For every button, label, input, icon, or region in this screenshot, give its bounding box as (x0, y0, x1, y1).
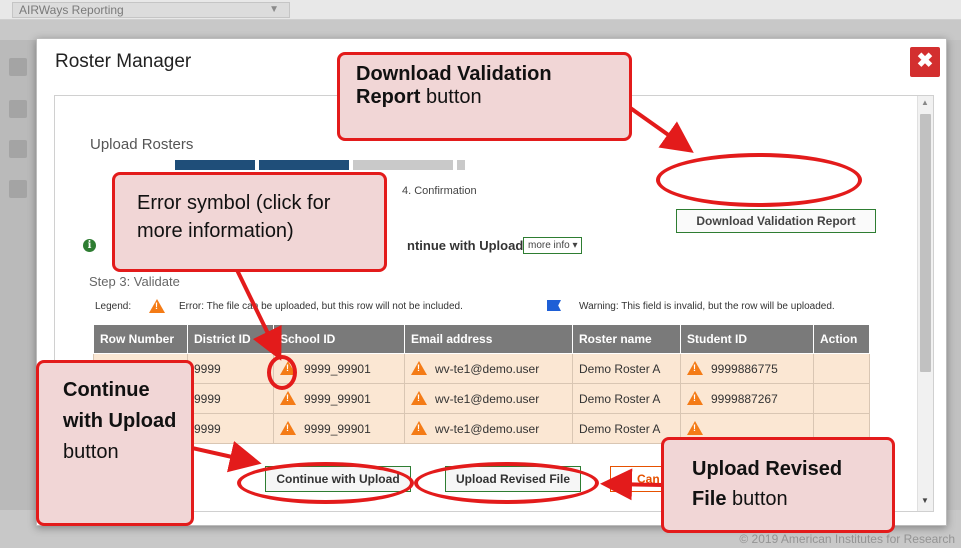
column-header: Action (813, 324, 870, 354)
student-id-value: 9999886775 (711, 362, 778, 376)
step-4-label: 4. Confirmation (402, 185, 477, 197)
download-button-highlight (656, 153, 862, 207)
revised-button-highlight (414, 462, 599, 504)
download-callout: Download Validation Report button (337, 52, 632, 141)
email-value: wv-te1@demo.user (435, 362, 540, 376)
step-4 (457, 160, 465, 170)
column-header: Row Number (93, 324, 188, 354)
error-icon[interactable] (411, 391, 427, 405)
school-id-value: 9999_99901 (304, 422, 371, 436)
top-bar: AIRWays Reporting ▼ (0, 0, 961, 20)
error-icon[interactable] (687, 421, 703, 435)
roster-name-cell: Demo Roster A (572, 383, 681, 414)
continue-callout-text: button (63, 441, 119, 463)
email-cell: wv-te1@demo.user (404, 383, 573, 414)
error-icon[interactable] (687, 361, 703, 375)
email-value: wv-te1@demo.user (435, 392, 540, 406)
legend-label: Legend: (95, 301, 132, 312)
info-icon: i (83, 239, 96, 252)
info-message: ntinue with Upload. (407, 238, 527, 253)
upload-rosters-title: Upload Rosters (90, 136, 194, 153)
revised-callout-text: button (726, 488, 788, 510)
download-validation-report-button[interactable]: Download Validation Report (676, 209, 876, 233)
table-row: 9999 9999_99901 wv-te1@demo.user Demo Ro… (93, 353, 870, 384)
student-id-cell: 9999886775 (680, 353, 814, 384)
error-icon[interactable] (280, 421, 296, 435)
action-cell (813, 353, 870, 384)
step-2 (259, 160, 349, 170)
error-icon[interactable] (687, 391, 703, 405)
download-callout-text: button (420, 86, 482, 108)
action-cell (813, 383, 870, 414)
school-id-value: 9999_99901 (304, 392, 371, 406)
column-header: School ID (273, 324, 405, 354)
revised-callout: Upload Revised File button (661, 437, 895, 533)
column-header: Email address (404, 324, 573, 354)
school-id-value: 9999_99901 (304, 362, 371, 376)
legend-warning-text: Warning: This field is invalid, but the … (579, 301, 835, 312)
error-callout: Error symbol (click for more information… (112, 172, 387, 272)
scroll-up-icon[interactable]: ▲ (921, 98, 929, 107)
scrollbar-thumb[interactable] (920, 114, 931, 372)
scroll-down-icon[interactable]: ▼ (921, 496, 929, 505)
column-header: District ID (187, 324, 274, 354)
legend-error-text: Error: The file can be uploaded, but thi… (179, 301, 463, 312)
roster-name-cell: Demo Roster A (572, 353, 681, 384)
error-icon[interactable] (411, 421, 427, 435)
column-header: Student ID (680, 324, 814, 354)
continue-callout-bold: Continue with Upload (63, 379, 177, 432)
vertical-scrollbar[interactable]: ▲ ▼ (917, 96, 933, 511)
school-id-cell: 9999_99901 (273, 383, 405, 414)
more-info-button[interactable]: more info ▾ (523, 237, 583, 254)
district-id-cell: 9999 (187, 353, 274, 384)
email-cell: wv-te1@demo.user (404, 353, 573, 384)
chevron-down-icon: ▼ (269, 4, 279, 15)
error-symbol-highlight (267, 355, 297, 390)
close-button[interactable]: ✖ (910, 47, 940, 77)
school-id-cell: 9999_99901 (273, 413, 405, 444)
column-header: Roster name (572, 324, 681, 354)
district-id-cell: 9999 (187, 383, 274, 414)
table-header-row: Row Number District ID School ID Email a… (93, 324, 870, 354)
student-id-cell: 9999887267 (680, 383, 814, 414)
continue-button-highlight (237, 462, 414, 504)
table-row: 9999 9999_99901 wv-te1@demo.user Demo Ro… (93, 383, 870, 414)
step-3-label: Step 3: Validate (89, 274, 180, 289)
app-select-label: AIRWays Reporting (19, 3, 124, 17)
district-id-cell: 9999 (187, 413, 274, 444)
app-select[interactable]: AIRWays Reporting ▼ (12, 2, 290, 18)
email-cell: wv-te1@demo.user (404, 413, 573, 444)
continue-callout: Continue with Upload button (36, 360, 194, 526)
step-1 (175, 160, 255, 170)
error-icon[interactable] (411, 361, 427, 375)
email-value: wv-te1@demo.user (435, 422, 540, 436)
roster-table: Row Number District ID School ID Email a… (93, 324, 870, 444)
error-icon[interactable] (280, 391, 296, 405)
student-id-value: 9999887267 (711, 392, 778, 406)
step-3 (353, 160, 453, 170)
modal-title: Roster Manager (55, 51, 192, 72)
